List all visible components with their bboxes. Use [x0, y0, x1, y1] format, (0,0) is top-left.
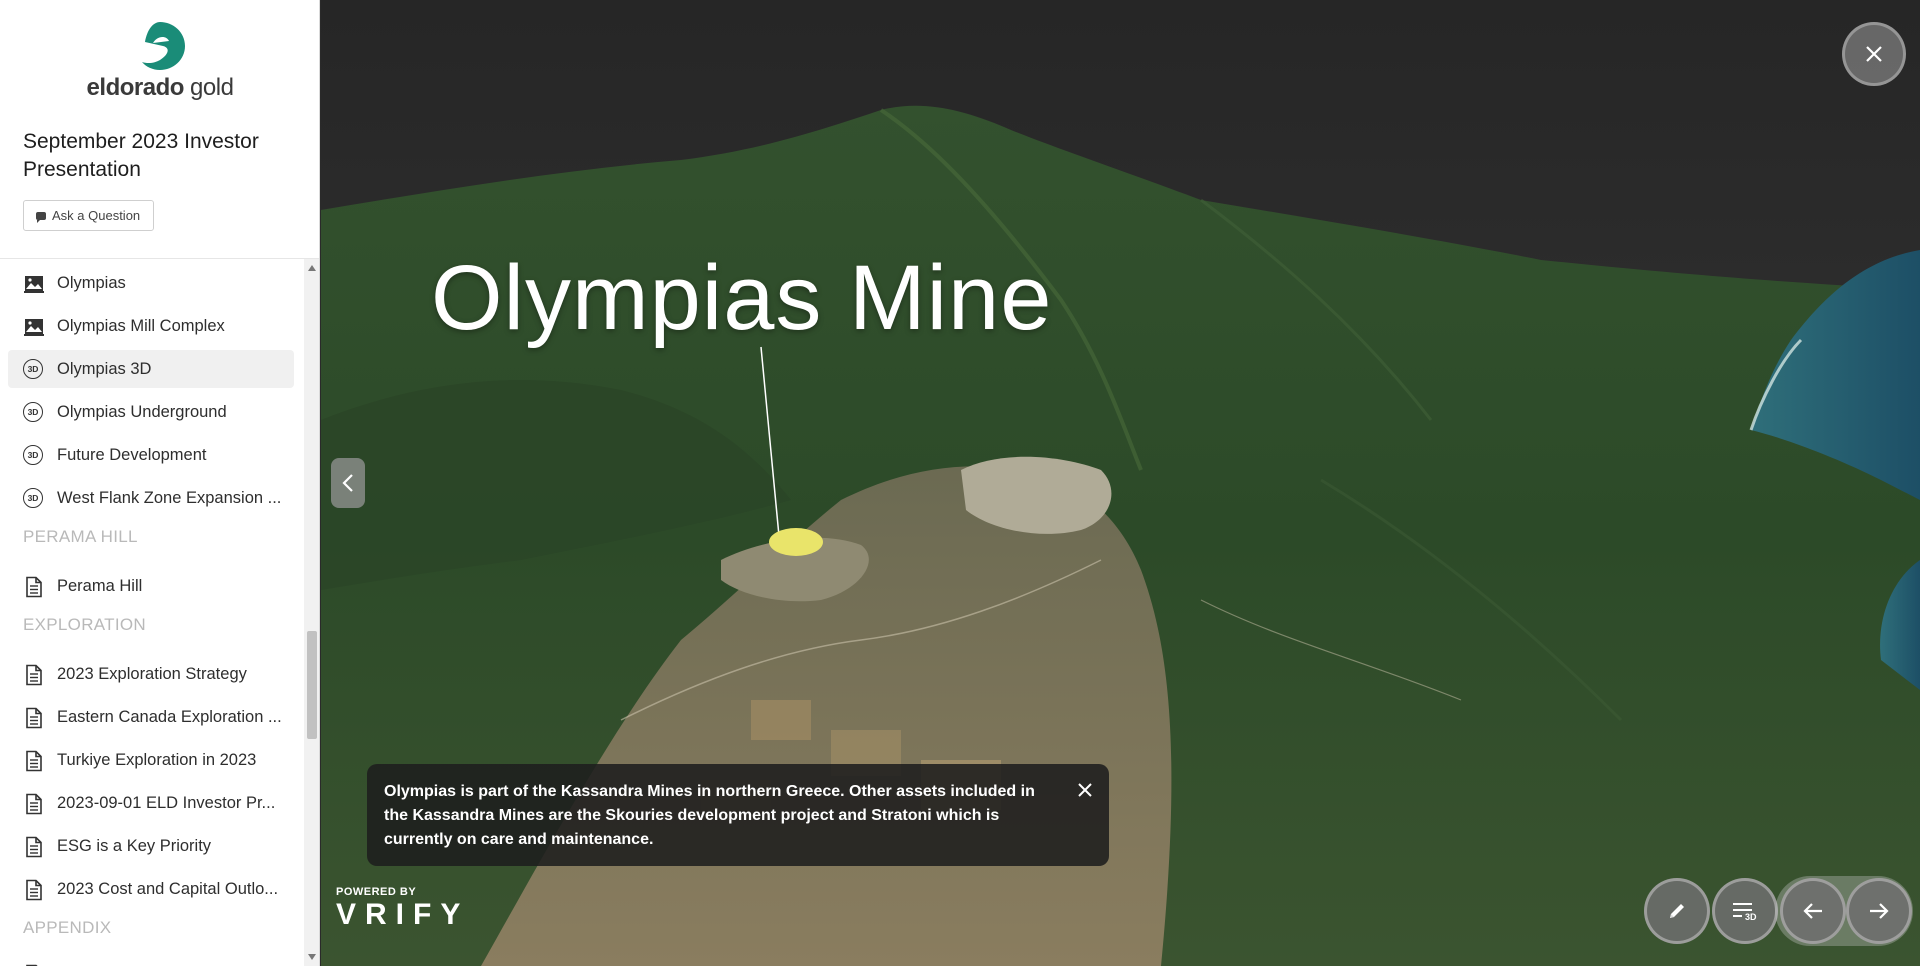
document-icon [26, 576, 42, 598]
sidebar-item-eld-investor-presentation[interactable]: 2023-09-01 ELD Investor Pr... [8, 784, 294, 822]
sidebar-item-label: Olympias Underground [57, 403, 227, 421]
sidebar-item-turkiye-exploration[interactable]: Turkiye Exploration in 2023 [8, 741, 294, 779]
arrow-left-icon [1803, 903, 1822, 919]
sidebar-item-label: Olympias Mill Complex [57, 317, 225, 335]
sidebar-item-olympias[interactable]: Olympias [8, 264, 294, 302]
3d-icon: 3D [23, 445, 45, 467]
sidebar-item-label: Eastern Canada Exploration ... [57, 708, 282, 726]
eldorado-gold-logo[interactable]: eldorado gold [80, 20, 240, 106]
presentation-nav: Olympias Olympias Mill Complex 3D Olympi… [0, 259, 304, 966]
3d-icon: 3D [23, 488, 45, 510]
next-scene-button[interactable] [1846, 878, 1912, 944]
document-icon [26, 707, 42, 729]
3d-scene-viewport[interactable]: Olympias Mine Olympias is part of the Ka… [321, 0, 1920, 966]
sidebar-item-label: 2023 Cost and Capital Outlo... [57, 880, 279, 898]
document-icon [26, 664, 42, 686]
chevron-left-icon [342, 474, 353, 492]
sidebar: eldorado gold September 2023 Investor Pr… [0, 0, 320, 966]
sidebar-scrollbar[interactable] [304, 259, 319, 966]
sidebar-item-label: Turkiye Exploration in 2023 [57, 751, 257, 769]
drone-image-icon [24, 276, 44, 293]
svg-text:3D: 3D [1745, 912, 1757, 922]
powered-by-verify[interactable]: POWERED BY VRIFY [336, 886, 469, 932]
sidebar-item-eastern-canada-exploration[interactable]: Eastern Canada Exploration ... [8, 698, 294, 736]
section-heading-exploration: EXPLORATION [23, 615, 146, 634]
scene-list-button[interactable]: 3D [1712, 878, 1778, 944]
3d-icon: 3D [23, 402, 45, 424]
close-scene-button[interactable] [1842, 22, 1906, 86]
scroll-down-icon[interactable] [308, 954, 316, 960]
section-heading-perama-hill: PERAMA HILL [23, 527, 138, 546]
annotate-button[interactable] [1644, 878, 1710, 944]
sidebar-item-west-flank-zone[interactable]: 3D West Flank Zone Expansion ... [8, 479, 294, 517]
scene-title: Olympias Mine [431, 247, 1053, 349]
collapse-sidebar-button[interactable] [331, 458, 365, 508]
sidebar-item-label: Olympias [57, 274, 126, 292]
logo-mark-icon [142, 22, 185, 70]
ask-question-label: Ask a Question [52, 208, 141, 223]
previous-scene-button[interactable] [1780, 878, 1846, 944]
scroll-up-icon[interactable] [308, 265, 316, 271]
location-marker[interactable] [769, 528, 823, 556]
sidebar-item-future-development[interactable]: 3D Future Development [8, 436, 294, 474]
document-icon [26, 750, 42, 772]
sidebar-item-perama-hill[interactable]: Perama Hill [8, 567, 294, 605]
section-heading-appendix: APPENDIX [23, 918, 112, 937]
sidebar-item-label: 2023-09-01 ELD Investor Pr... [57, 794, 276, 812]
close-icon [1866, 46, 1882, 62]
verify-logo: VRIFY [336, 898, 470, 931]
sidebar-item-olympias-underground[interactable]: 3D Olympias Underground [8, 393, 294, 431]
close-caption-icon[interactable] [1075, 780, 1095, 800]
scrollbar-thumb[interactable] [307, 631, 317, 739]
3d-list-icon: 3D [1733, 903, 1757, 922]
logo-text: eldorado gold [86, 74, 234, 101]
sidebar-item-label: Future Development [57, 446, 207, 464]
info-caption-box: Olympias is part of the Kassandra Mines … [367, 764, 1109, 866]
sidebar-item-2023-exploration-strategy[interactable]: 2023 Exploration Strategy [8, 655, 294, 693]
sidebar-item-label: 2023 Exploration Strategy [57, 665, 247, 683]
document-icon [26, 836, 42, 858]
drone-image-icon [24, 319, 44, 336]
document-icon [26, 879, 42, 901]
sidebar-item-appendix-first[interactable] [8, 955, 294, 966]
powered-by-label: POWERED BY [336, 886, 417, 898]
document-icon [26, 793, 42, 815]
sidebar-item-cost-capital-outlook[interactable]: 2023 Cost and Capital Outlo... [8, 870, 294, 908]
sidebar-item-label: Perama Hill [57, 577, 143, 595]
sidebar-item-olympias-3d[interactable]: 3D Olympias 3D [8, 350, 294, 388]
sidebar-item-label: ESG is a Key Priority [57, 837, 212, 855]
sidebar-item-label: Olympias 3D [57, 360, 152, 378]
sidebar-item-esg-key-priority[interactable]: ESG is a Key Priority [8, 827, 294, 865]
sidebar-item-label: West Flank Zone Expansion ... [57, 489, 282, 507]
chat-icon [36, 211, 46, 223]
pencil-icon [1670, 904, 1684, 918]
sidebar-item-olympias-mill-complex[interactable]: Olympias Mill Complex [8, 307, 294, 345]
arrow-right-icon [1870, 903, 1889, 919]
info-caption-text: Olympias is part of the Kassandra Mines … [384, 783, 1035, 848]
3d-icon: 3D [23, 359, 45, 381]
presentation-title: September 2023 Investor Presentation [23, 130, 259, 181]
ask-question-button[interactable]: Ask a Question [23, 200, 155, 231]
